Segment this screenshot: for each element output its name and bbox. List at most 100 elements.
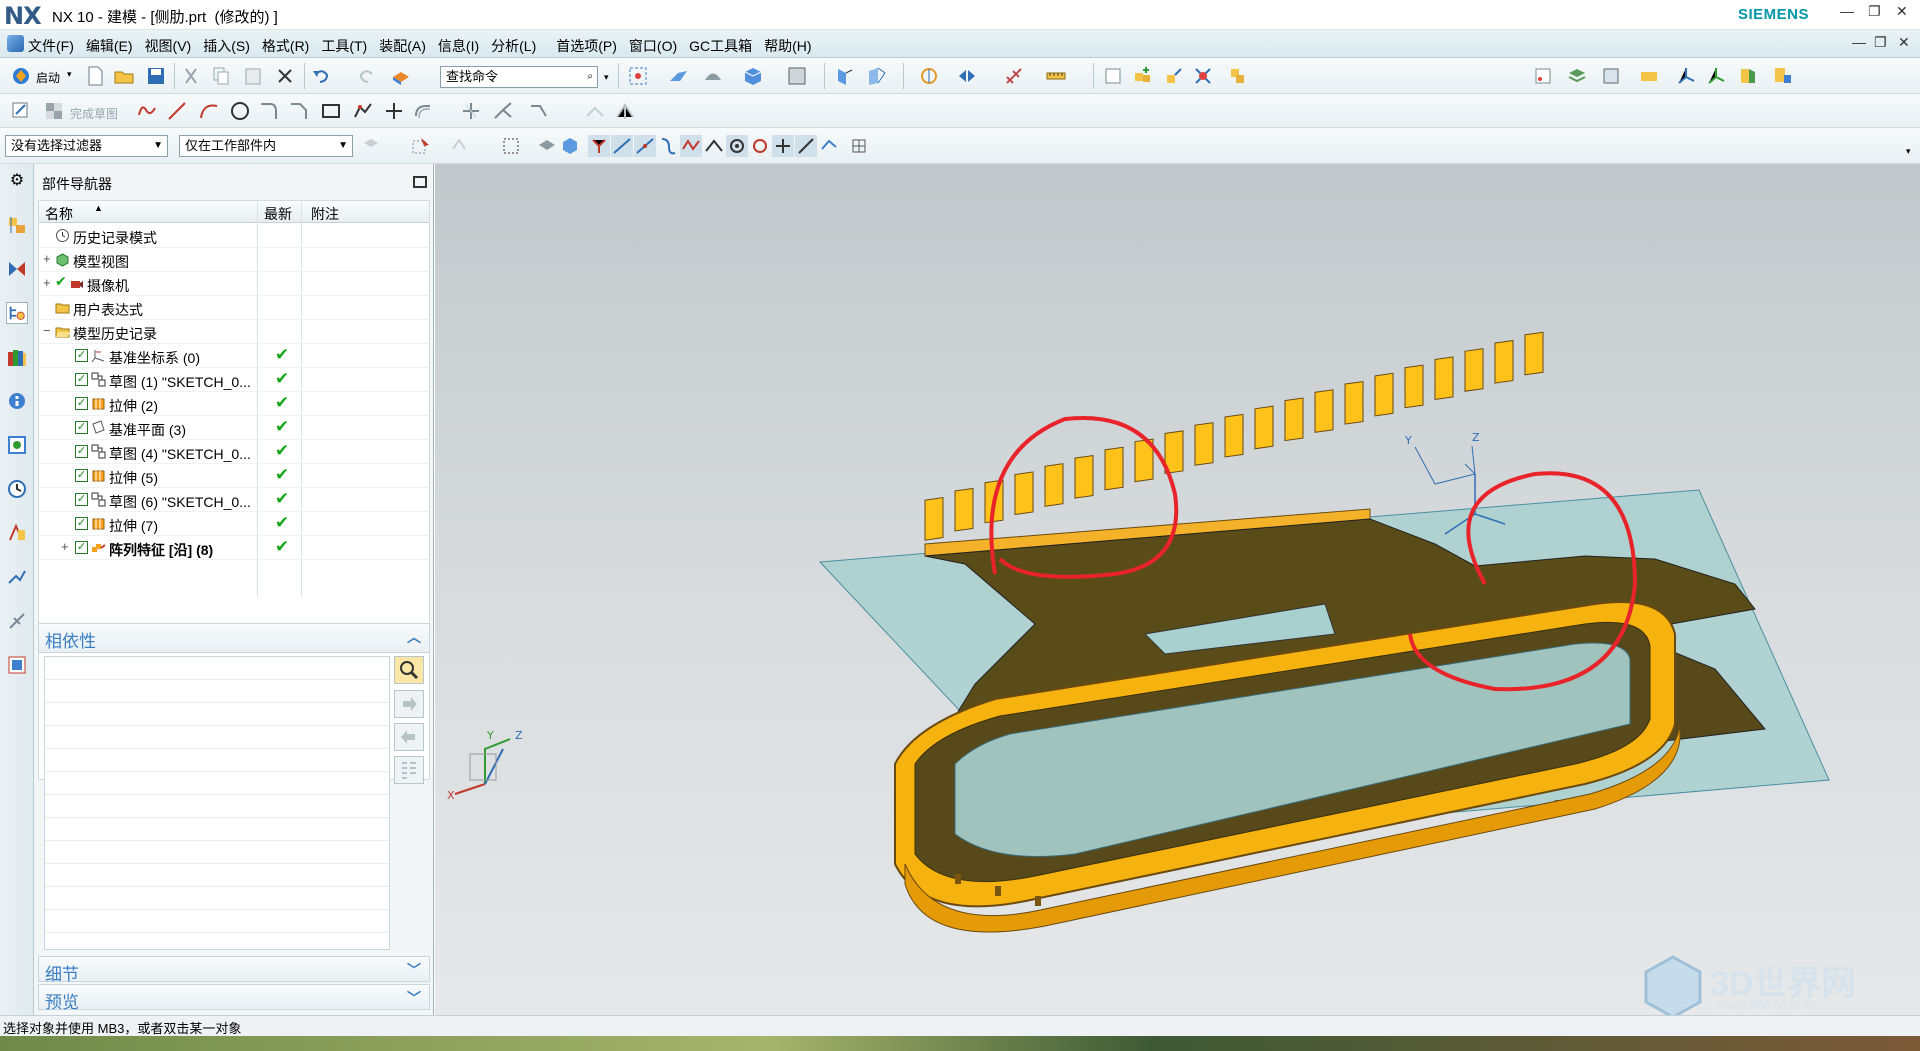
polygon-icon[interactable] xyxy=(352,100,374,122)
display-settings-icon[interactable] xyxy=(1772,65,1794,87)
save-icon[interactable] xyxy=(145,65,167,87)
expand-icon[interactable]: + xyxy=(43,275,51,290)
render-style-icon[interactable] xyxy=(702,65,724,87)
edit-object-icon[interactable] xyxy=(1638,65,1660,87)
gear-icon[interactable]: ⚙ xyxy=(6,170,28,192)
details-section-header[interactable]: 细节 ﹀ xyxy=(38,956,430,984)
column-name[interactable]: 名称 xyxy=(45,204,73,224)
visibility-checkbox[interactable]: ✓ xyxy=(75,493,88,506)
snap-endpoint-icon[interactable] xyxy=(588,135,610,157)
delete-icon[interactable] xyxy=(274,65,296,87)
menu-file[interactable]: 文件(F) xyxy=(28,36,74,56)
snap-quadrant-icon[interactable] xyxy=(749,135,771,157)
preview-section-header[interactable]: 预览 ﹀ xyxy=(38,984,430,1012)
view-layers-icon[interactable] xyxy=(1600,65,1622,87)
profile-icon[interactable] xyxy=(136,100,158,122)
visibility-checkbox[interactable]: ✓ xyxy=(75,445,88,458)
offset-curve-icon[interactable] xyxy=(412,100,434,122)
selection-filter-dropdown[interactable]: 没有选择过滤器 ▼ xyxy=(5,135,168,157)
rectangle-select-icon[interactable] xyxy=(500,135,522,157)
new-file-icon[interactable] xyxy=(84,65,106,87)
maximize-icon[interactable] xyxy=(413,176,427,188)
snap-center-icon[interactable] xyxy=(726,135,748,157)
tree-row-feature[interactable]: ✓ 拉伸 (5) ✔ xyxy=(39,464,429,488)
model-view[interactable]: Y Z X Y Z xyxy=(435,164,1920,1015)
constraint-navigator-icon[interactable] xyxy=(6,258,28,280)
toolbar-overflow-icon[interactable]: ▾ xyxy=(1906,146,1911,157)
open-folder-icon[interactable] xyxy=(113,65,135,87)
visibility-checkbox[interactable]: ✓ xyxy=(75,421,88,434)
chamfer-icon[interactable] xyxy=(288,100,310,122)
menu-insert[interactable]: 插入(S) xyxy=(203,36,250,56)
menu-edit[interactable]: 编辑(E) xyxy=(86,36,133,56)
doc-minimize-button[interactable]: — xyxy=(1852,34,1866,50)
copy-icon[interactable] xyxy=(210,65,232,87)
clip-section-icon[interactable] xyxy=(866,65,888,87)
snap-tangent-icon[interactable] xyxy=(703,135,725,157)
expand-icon[interactable]: + xyxy=(61,539,69,554)
part-navigator-icon[interactable] xyxy=(6,302,28,324)
snap-view-icon[interactable] xyxy=(918,65,940,87)
wcs-icon[interactable] xyxy=(1675,65,1697,87)
command-search-input[interactable]: 查找命令 ⌕ xyxy=(440,66,598,88)
roles-icon[interactable] xyxy=(6,654,28,676)
tree-row-model-views[interactable]: + 模型视图 xyxy=(39,248,429,272)
measure-icon[interactable] xyxy=(1045,65,1067,87)
reuse-library-icon[interactable] xyxy=(6,346,28,368)
menu-gc-toolbox[interactable]: GC工具箱 xyxy=(689,36,752,56)
tree-row-feature[interactable]: ✓ 草图 (1) "SKETCH_0... ✔ xyxy=(39,368,429,392)
tree-row-feature[interactable]: ✓ 草图 (4) "SKETCH_0... ✔ xyxy=(39,440,429,464)
finish-sketch-button[interactable]: 完成草图 xyxy=(70,105,118,122)
cut-icon[interactable] xyxy=(180,65,202,87)
color-icon[interactable] xyxy=(1737,65,1759,87)
section-view-icon[interactable] xyxy=(834,65,856,87)
menu-view[interactable]: 视图(V) xyxy=(145,36,192,56)
dependency-section-header[interactable]: 相依性 ︿ xyxy=(38,623,430,653)
move-component-icon[interactable] xyxy=(1163,65,1185,87)
tree-row-feature[interactable]: ✓ 拉伸 (7) ✔ xyxy=(39,512,429,536)
tree-row-feature[interactable]: ✓ 拉伸 (2) ✔ xyxy=(39,392,429,416)
menu-format[interactable]: 格式(R) xyxy=(262,36,309,56)
mirror-icon[interactable] xyxy=(584,100,606,122)
circle-icon[interactable] xyxy=(229,100,251,122)
minimize-button[interactable]: — xyxy=(1840,3,1854,19)
assembly-tools-icon[interactable] xyxy=(1228,65,1250,87)
tree-row-cameras[interactable]: + ✔ 摄像机 xyxy=(39,272,429,296)
visibility-checkbox[interactable]: ✓ xyxy=(75,349,88,362)
pattern-curve-icon[interactable] xyxy=(614,100,636,122)
tree-row-feature[interactable]: ✓ 基准坐标系 (0) ✔ xyxy=(39,344,429,368)
start-button[interactable]: 启动 xyxy=(36,69,60,86)
snap-on-curve-icon[interactable] xyxy=(795,135,817,157)
chevron-down-icon[interactable]: ﹀ xyxy=(407,960,421,980)
history-icon[interactable] xyxy=(6,478,28,500)
point-icon[interactable] xyxy=(383,100,405,122)
snap-midpoint-icon[interactable] xyxy=(611,135,633,157)
menu-preferences[interactable]: 首选项(P) xyxy=(556,36,617,56)
visibility-checkbox[interactable]: ✓ xyxy=(75,397,88,410)
arc-icon[interactable] xyxy=(198,100,220,122)
web-browser-icon[interactable] xyxy=(6,434,28,456)
snap-mode-icon[interactable] xyxy=(448,135,470,157)
trim-icon[interactable] xyxy=(460,100,482,122)
menu-assembly[interactable]: 装配(A) xyxy=(379,36,426,56)
manufacturing-wizard-icon[interactable] xyxy=(6,610,28,632)
restore-button[interactable]: ❐ xyxy=(1868,3,1881,20)
add-component-icon[interactable] xyxy=(1132,65,1154,87)
tree-row-model-history[interactable]: − 模型历史记录 xyxy=(39,320,429,344)
finish-sketch-icon[interactable] xyxy=(43,100,65,122)
assembly-constraint-icon[interactable] xyxy=(1192,65,1214,87)
process-studio-icon[interactable] xyxy=(6,566,28,588)
graphics-window[interactable]: Y Z X Y Z 3D世界网 WWW.3DSJW.COM xyxy=(435,164,1920,1019)
start-icon[interactable] xyxy=(10,65,32,87)
grid-icon[interactable] xyxy=(848,135,870,157)
tree-row-feature[interactable]: ✓ 基准平面 (3) ✔ xyxy=(39,416,429,440)
dependency-back-button[interactable] xyxy=(394,723,424,751)
tree-row-user-expressions[interactable]: 用户表达式 xyxy=(39,296,429,320)
snap-control-icon[interactable] xyxy=(634,135,656,157)
snap-point-icon[interactable] xyxy=(772,135,794,157)
extend-icon[interactable] xyxy=(492,100,514,122)
snap-intersection-icon[interactable] xyxy=(680,135,702,157)
orient-view-icon[interactable] xyxy=(742,65,764,87)
wcs-rotate-icon[interactable] xyxy=(1705,65,1727,87)
undo-icon[interactable] xyxy=(310,65,332,87)
